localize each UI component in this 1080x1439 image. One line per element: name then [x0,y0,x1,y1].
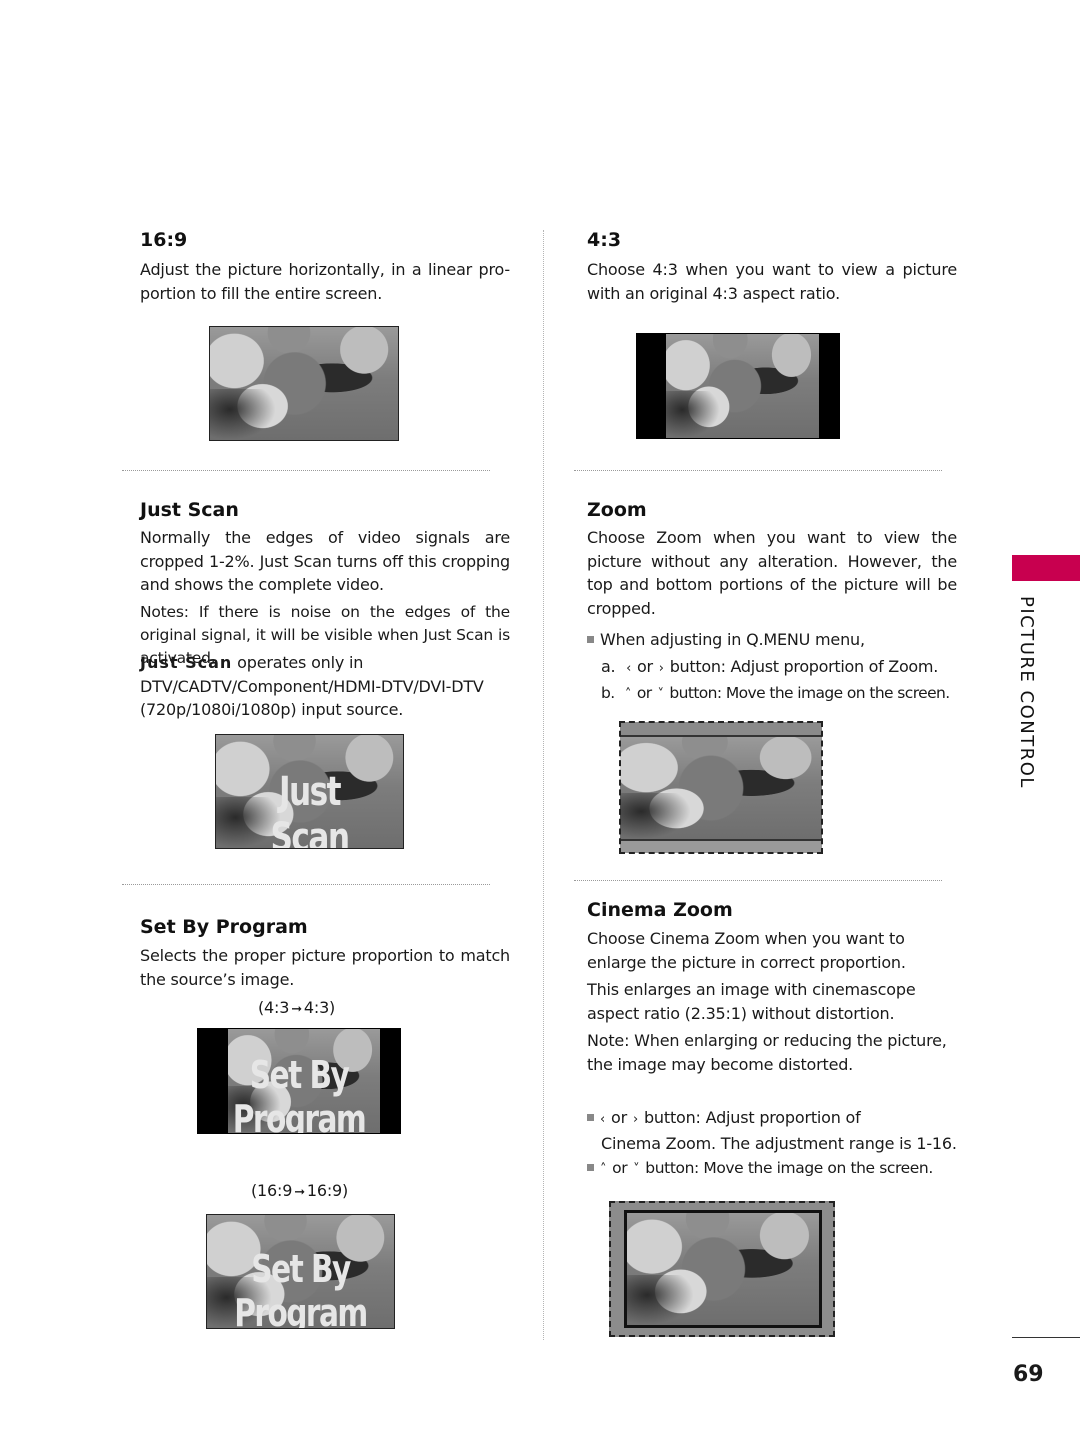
chevron-left-icon: ‹ [600,1112,605,1127]
picture-16-9 [209,326,399,441]
caption-to: 16:9) [306,1181,349,1200]
pillarbox-right [819,334,839,438]
bullet-icon [587,1114,594,1121]
section-divider [122,470,490,471]
just-scan-operates-text: operates only in [232,653,364,672]
picture-set-by-program-4-3: Set By Program [197,1028,401,1134]
chevron-down-icon: ˅ [657,687,664,702]
caption-16-9-to-16-9: (16:9 ➞ 16:9) [251,1179,348,1205]
zoom-step-a: a. ‹ or › button: Adjust proportion of Zoom… [601,655,971,681]
chevron-down-icon: ˅ [633,1162,640,1177]
caption-from: (4:3 [258,998,290,1017]
just-scan-bold-label: Just Scan [140,653,233,672]
set-by-program-body: Selects the proper picture proportion to… [140,946,510,989]
section-body-4-3: Choose 4:3 when you want to view a pictu… [587,260,957,303]
just-scan-sources: DTV/CADTV/Component/HDMI-DTV/DVI-DTV [140,676,484,696]
picture-cinema-zoom [609,1201,835,1337]
section-divider [574,470,942,471]
section-title-cinema-zoom: Cinema Zoom [587,899,733,921]
chevron-right-icon: › [632,1112,638,1127]
set-by-program-overlay-text: Set By Program [234,1247,368,1329]
caption-from: (16:9 [251,1181,293,1200]
arrow-right-icon: ➞ [291,1002,302,1017]
column-divider [543,230,544,1340]
bullet-2-text: button: Move the image on the screen. [645,1159,933,1177]
bullet-icon [587,636,594,643]
chevron-up-icon: ˄ [624,687,632,702]
page-number: 69 [1013,1362,1044,1387]
chapter-tab-marker [1012,555,1080,581]
bullet-icon [587,1164,594,1171]
step-a-text: button: Adjust proportion of Zoom. [669,657,939,676]
picture-set-by-program-16-9: Set By Program [206,1214,395,1329]
picture-4-3 [636,333,840,439]
just-scan-overlay-text: Just Scan [270,769,351,849]
section-title-set-by-program: Set By Program [140,916,308,938]
picture-just-scan: Just Scan [215,734,404,849]
step-b-text: button: Move the image on the screen. [669,684,950,702]
chapter-label: PICTURE CONTROL [1016,596,1037,789]
caption-4-3-to-4-3: (4:3 ➞ 4:3) [258,996,335,1022]
or-text: or [612,1159,628,1177]
zoom-body: Choose Zoom when you want to view the pi… [587,528,957,618]
just-scan-resolutions: (720p/1080i/1080p) input source. [140,700,404,719]
zoom-qmenu-bullet: When adjusting in Q.MENU menu, [587,628,967,652]
sample-image [666,334,819,438]
chevron-up-icon: ˄ [600,1162,607,1177]
section-title-just-scan: Just Scan [140,499,239,521]
picture-zoom [619,721,823,854]
set-by-program-overlay-text: Set By Program [232,1053,367,1134]
step-b-prefix: b. [601,684,615,702]
section-title-zoom: Zoom [587,499,647,521]
cinema-zoom-body-2: This enlarges an image with cinemascope … [587,980,916,1023]
or-text: or [611,1108,627,1127]
page-number-rule [1012,1337,1080,1338]
screen-outline [609,1201,835,1337]
cinema-zoom-bullet-1: ‹ or › button: Adjust proportion of Cinema … [587,1106,967,1155]
section-divider [574,880,942,881]
caption-to: 4:3) [303,998,336,1017]
cinema-zoom-body-3: Note: When enlarging or reducing the pic… [587,1031,947,1074]
arrow-right-icon: ➞ [294,1185,305,1200]
just-scan-body-3: Just Scan operates only in DTV/CADTV/Com… [140,651,520,722]
pillarbox-left [637,334,666,438]
zoom-step-b: b. ˄ or ˅ button: Move the image on the scr… [601,682,971,706]
bullet-1-text: button: Adjust proportion of [643,1108,861,1127]
bullet-1-text-line-2: Cinema Zoom. The adjustment range is 1-1… [601,1133,957,1153]
section-title-16-9: 16:9 [140,229,188,251]
chevron-right-icon: › [658,661,664,676]
section-title-4-3: 4:3 [587,229,622,251]
chevron-left-icon: ‹ [626,661,631,676]
zoom-qmenu-text: When adjusting in Q.MENU menu, [600,630,865,649]
section-divider [122,884,490,885]
screen-outline [619,721,823,854]
sample-image [210,327,398,440]
cinema-zoom-bullet-2: ˄ or ˅ button: Move the image on the screen… [587,1157,967,1181]
section-body-16-9: Adjust the picture horizontally, in a li… [140,260,510,303]
or-text: or [637,657,653,676]
or-text: or [636,684,652,702]
cinema-zoom-body-1: Choose Cinema Zoom when you want to enla… [587,929,906,972]
just-scan-body-1: Normally the edges of video signals are … [140,528,510,594]
step-a-prefix: a. [601,657,616,676]
